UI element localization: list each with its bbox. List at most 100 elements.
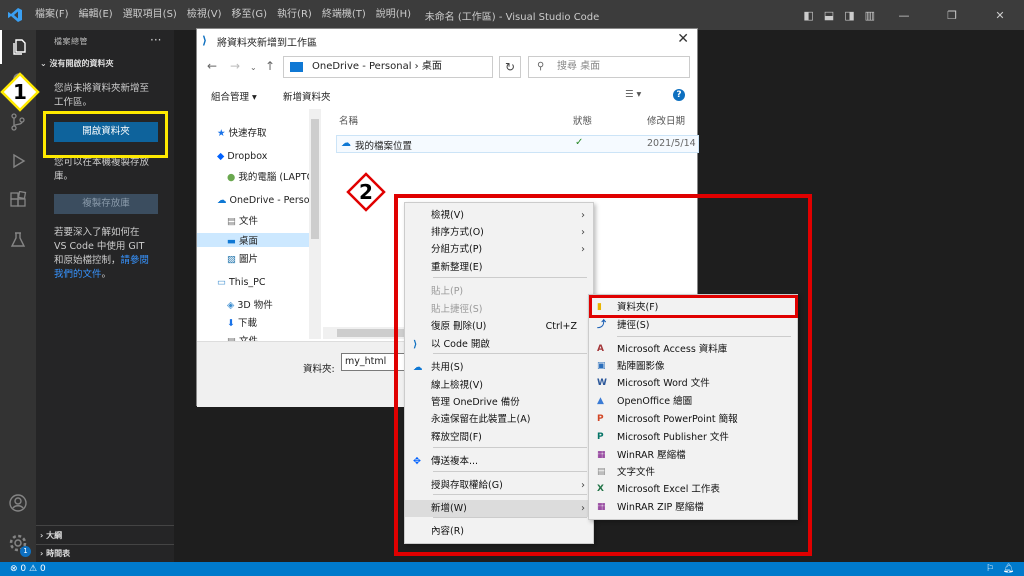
shortcut-icon: ⤴ bbox=[597, 320, 607, 330]
timeline-section-header[interactable]: › 時間表 bbox=[40, 548, 70, 559]
new-submenu-item[interactable]: ▤ 文字文件 bbox=[589, 464, 797, 481]
context-menu-item[interactable]: 共用(S) ☁ bbox=[405, 359, 593, 376]
toggle-sidebar-icon[interactable]: ◧ bbox=[803, 9, 813, 22]
context-menu-item[interactable]: 復原 刪除(U) Ctrl+Z bbox=[405, 318, 593, 335]
explorer-icon[interactable] bbox=[0, 30, 36, 64]
step1-marker: 1 bbox=[0, 72, 40, 112]
status-bar: ⊗ 0 ⚠ 0 ⚐ 🔔︎ bbox=[0, 562, 1024, 576]
new-submenu-item[interactable]: ▦ WinRAR ZIP 壓縮檔 bbox=[589, 499, 797, 516]
context-menu-item[interactable]: 傳送複本... ✥ bbox=[405, 453, 593, 470]
feedback-icon[interactable]: ⚐ bbox=[986, 562, 994, 576]
step1-highlight-box bbox=[43, 111, 168, 158]
nav-item[interactable]: ● 我的電腦 (LAPTO bbox=[227, 169, 319, 183]
new-submenu-item[interactable]: ⤴ 捷徑(S) bbox=[589, 317, 797, 334]
new-submenu-item[interactable]: W Microsoft Word 文件 bbox=[589, 375, 797, 392]
testing-icon[interactable] bbox=[0, 223, 36, 257]
nav-item[interactable]: ▨ 圖片 bbox=[227, 251, 319, 265]
context-menu-item[interactable]: 重新整理(E) bbox=[405, 259, 593, 276]
new-submenu-item[interactable]: ▦ WinRAR 壓縮檔 bbox=[589, 447, 797, 464]
nav-icon: ◆ bbox=[217, 151, 228, 162]
context-menu-item[interactable]: 以 Code 開啟 ⟩ bbox=[405, 336, 593, 353]
recent-chevron-icon[interactable]: ⌄ bbox=[250, 63, 257, 72]
search-box[interactable]: ⚲ 搜尋 桌面 bbox=[528, 56, 690, 78]
nav-item[interactable]: ☁ OneDrive - Perso bbox=[217, 195, 309, 206]
submenu-arrow-icon: › bbox=[581, 210, 585, 221]
view-options-icon[interactable]: ☰ ▾ bbox=[625, 89, 641, 100]
context-menu-item[interactable]: 授與存取權給(G) › bbox=[405, 477, 593, 494]
step2-marker: 2 bbox=[346, 172, 386, 212]
close-window-button[interactable]: ✕ bbox=[981, 9, 1019, 22]
dialog-close-icon[interactable]: ✕ bbox=[677, 31, 689, 47]
nav-item[interactable]: ★ 快速存取 bbox=[217, 125, 309, 139]
outline-section-header[interactable]: › 大綱 bbox=[40, 530, 62, 541]
restore-button[interactable]: ❐ bbox=[933, 9, 971, 22]
menu-item[interactable]: 說明(H) bbox=[371, 0, 416, 30]
manage-gear-icon[interactable]: 1 bbox=[0, 526, 36, 560]
shortcut-text: Ctrl+Z bbox=[545, 321, 577, 332]
submenu-arrow-icon: › bbox=[581, 503, 585, 514]
access-icon: A bbox=[597, 344, 604, 354]
nav-item[interactable]: ▤ 文件 bbox=[227, 213, 319, 227]
run-debug-icon[interactable] bbox=[0, 144, 36, 178]
context-menu-item[interactable]: 釋放空間(F) bbox=[405, 429, 593, 446]
nav-item[interactable]: ▭ This_PC bbox=[217, 277, 309, 288]
menu-item[interactable]: 移至(G) bbox=[227, 0, 273, 30]
new-folder-button[interactable]: 新增資料夾 bbox=[283, 89, 331, 103]
address-bar[interactable]: OneDrive - Personal › 桌面 bbox=[283, 56, 493, 78]
nav-icon: ◈ bbox=[227, 300, 238, 311]
minimize-button[interactable]: — bbox=[885, 9, 923, 22]
customize-layout-icon[interactable]: ▥ bbox=[865, 9, 875, 22]
nav-item[interactable]: ⬇ 下載 bbox=[227, 315, 319, 329]
menu-item[interactable]: 編輯(E) bbox=[74, 0, 118, 30]
context-menu-item[interactable]: 排序方式(O) › bbox=[405, 224, 593, 241]
nav-item[interactable]: ▬ 桌面 bbox=[197, 233, 309, 247]
organize-menu[interactable]: 組合管理 ▾ bbox=[211, 89, 257, 103]
new-submenu-item[interactable]: A Microsoft Access 資料庫 bbox=[589, 341, 797, 358]
column-name[interactable]: 名稱 bbox=[339, 113, 358, 127]
column-modified[interactable]: 修改日期 bbox=[647, 113, 685, 127]
context-menu-item[interactable]: 貼上捷徑(S) bbox=[405, 301, 593, 318]
no-folder-section-header[interactable]: ⌄ 沒有開啟的資料夾 bbox=[40, 58, 114, 69]
docs-link-part1[interactable]: 請參閱 bbox=[121, 255, 150, 266]
context-menu-item[interactable]: 線上檢視(V) bbox=[405, 377, 593, 394]
clone-repository-button[interactable]: 複製存放庫 bbox=[54, 194, 158, 214]
back-arrow-icon[interactable]: ← bbox=[207, 59, 217, 73]
file-row[interactable]: ☁ 我的檔案位置 ✓ 2021/5/14 bbox=[336, 135, 699, 153]
context-menu-item[interactable]: 檢視(V) › bbox=[405, 207, 593, 224]
column-status[interactable]: 狀態 bbox=[573, 113, 592, 127]
help-icon[interactable]: ? bbox=[673, 89, 685, 101]
new-submenu-item[interactable]: P Microsoft Publisher 文件 bbox=[589, 429, 797, 446]
context-menu-item[interactable]: 永遠保留在此裝置上(A) bbox=[405, 411, 593, 428]
docs-link[interactable]: 我們的文件 bbox=[54, 269, 102, 280]
toggle-secondary-sidebar-icon[interactable]: ◨ bbox=[844, 9, 854, 22]
menu-item[interactable]: 終端機(T) bbox=[317, 0, 371, 30]
notifications-bell-icon[interactable]: 🔔︎ bbox=[1003, 562, 1014, 576]
new-submenu-item[interactable]: P Microsoft PowerPoint 簡報 bbox=[589, 411, 797, 428]
synced-status-icon: ✓ bbox=[575, 137, 584, 148]
menu-item[interactable]: 檢視(V) bbox=[182, 0, 227, 30]
menu-item[interactable]: 檔案(F) bbox=[30, 0, 74, 30]
menu-item[interactable]: 執行(R) bbox=[272, 0, 317, 30]
new-submenu-item[interactable]: ▣ 點陣圖影像 bbox=[589, 358, 797, 375]
more-actions-icon[interactable]: ··· bbox=[150, 33, 161, 47]
context-menu-item[interactable]: 管理 OneDrive 備份 bbox=[405, 394, 593, 411]
context-menu-item[interactable]: 內容(R) bbox=[405, 523, 593, 540]
problems-indicator[interactable]: ⊗ 0 ⚠ 0 bbox=[10, 562, 46, 576]
new-submenu-item[interactable]: ▲ OpenOffice 繪圖 bbox=[589, 393, 797, 410]
excel-icon: X bbox=[597, 484, 604, 494]
toggle-panel-icon[interactable]: ⬓ bbox=[824, 9, 834, 22]
nav-item[interactable]: ◆ Dropbox bbox=[217, 151, 309, 162]
up-arrow-icon[interactable]: ↑ bbox=[265, 59, 275, 73]
context-menu-item[interactable]: 貼上(P) bbox=[405, 283, 593, 300]
extensions-icon[interactable] bbox=[0, 183, 36, 217]
context-menu-item[interactable]: 新增(W) › bbox=[405, 500, 593, 517]
forward-arrow-icon[interactable]: → bbox=[230, 59, 240, 73]
context-menu-item[interactable]: 分組方式(P) › bbox=[405, 241, 593, 258]
menu-item[interactable]: 選取項目(S) bbox=[118, 0, 182, 30]
account-icon[interactable] bbox=[0, 486, 36, 520]
nav-scrollbar[interactable] bbox=[309, 109, 321, 339]
nav-item[interactable]: ◈ 3D 物件 bbox=[227, 297, 319, 311]
refresh-icon[interactable]: ↻ bbox=[499, 56, 521, 78]
new-submenu-item[interactable]: X Microsoft Excel 工作表 bbox=[589, 481, 797, 498]
clone-message: 您可以在本機複製存放 庫。 bbox=[54, 157, 150, 182]
